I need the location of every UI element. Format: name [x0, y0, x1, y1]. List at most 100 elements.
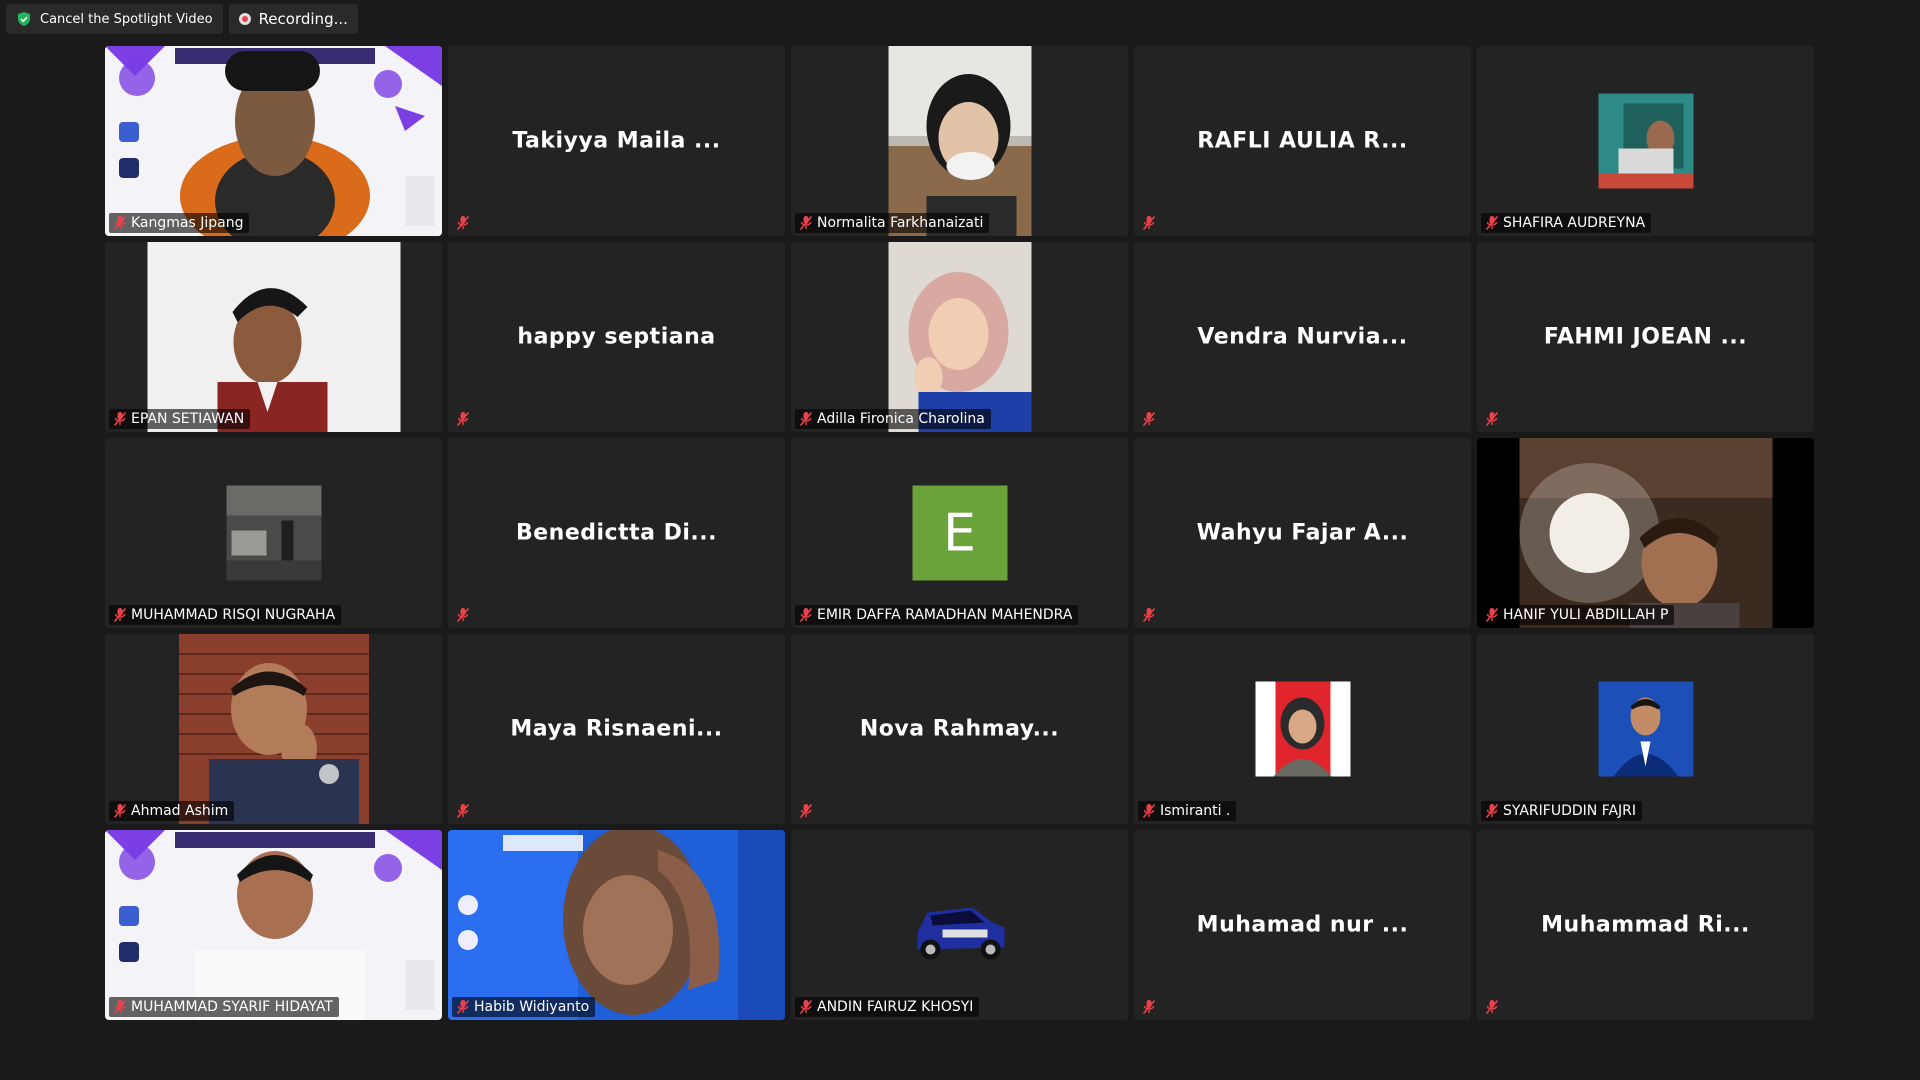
- participant-tile[interactable]: E EMIR DAFFA RAMADHAN MAHENDRA: [791, 438, 1128, 628]
- meeting-top-bar: Cancel the Spotlight Video Recording...: [0, 0, 358, 38]
- participant-name: Adilla Fironica Charolina: [817, 411, 985, 427]
- participant-tile[interactable]: FAHMI JOEAN ...: [1477, 242, 1814, 432]
- participant-name-label: EMIR DAFFA RAMADHAN MAHENDRA: [795, 605, 1079, 625]
- participant-video: [1519, 438, 1772, 628]
- participant-display-name: Benedictta Di...: [515, 520, 717, 546]
- muted-mic-icon: [799, 215, 813, 231]
- participant-name-label: HANIF YULI ABDILLAH P: [1481, 605, 1675, 625]
- participant-video: [147, 242, 400, 432]
- muted-mic-icon: [456, 999, 470, 1015]
- muted-mic-icon: [113, 411, 127, 427]
- recording-icon: [238, 13, 251, 25]
- participant-video: [448, 830, 785, 1020]
- participant-avatar: E: [912, 485, 1007, 581]
- participant-tile[interactable]: Nova Rahmay...: [791, 634, 1128, 824]
- muted-mic-icon: [1485, 607, 1499, 623]
- participant-name-label: Normalita Farkhanaizati: [795, 213, 990, 233]
- participant-name: SHAFIRA AUDREYNA: [1503, 215, 1646, 231]
- participant-display-name: FAHMI JOEAN ...: [1543, 324, 1748, 350]
- muted-mic-icon: [1485, 215, 1499, 231]
- participant-tile[interactable]: Ismiranti .: [1134, 634, 1471, 824]
- participant-display-name: Muhamad nur ...: [1196, 912, 1409, 938]
- participant-tile[interactable]: Maya Risnaeni...: [448, 634, 785, 824]
- participant-name-label: Ismiranti .: [1138, 801, 1237, 821]
- participant-profile-picture: [1255, 681, 1350, 777]
- participant-tile[interactable]: happy septiana: [448, 242, 785, 432]
- participant-display-name: Vendra Nurvia...: [1197, 324, 1408, 350]
- participant-name-label: ANDIN FAIRUZ KHOSYI: [795, 997, 980, 1017]
- participant-name: ANDIN FAIRUZ KHOSYI: [817, 999, 974, 1015]
- participant-name: MUHAMMAD SYARIF HIDAYAT: [131, 999, 333, 1015]
- participant-tile[interactable]: Benedictta Di...: [448, 438, 785, 628]
- muted-mic-icon: [1142, 803, 1156, 819]
- participant-display-name: Maya Risnaeni...: [510, 716, 723, 742]
- participant-display-name: RAFLI AULIA R...: [1197, 128, 1408, 154]
- muted-mic-icon: [1485, 411, 1499, 427]
- muted-mic-icon: [799, 411, 813, 427]
- participant-tile[interactable]: RAFLI AULIA R...: [1134, 46, 1471, 236]
- participant-display-name: Nova Rahmay...: [859, 716, 1060, 742]
- participant-tile[interactable]: Takiyya Maila ...: [448, 46, 785, 236]
- participant-name-label: [452, 409, 476, 429]
- participant-display-name: Wahyu Fajar A...: [1196, 520, 1409, 546]
- participant-tile[interactable]: Muhamad nur ...: [1134, 830, 1471, 1020]
- participant-tile[interactable]: Normalita Farkhanaizati: [791, 46, 1128, 236]
- participant-tile[interactable]: Adilla Fironica Charolina: [791, 242, 1128, 432]
- recording-label: Recording...: [258, 10, 348, 28]
- participant-name-label: [795, 801, 819, 821]
- muted-mic-icon: [456, 607, 470, 623]
- participant-tile[interactable]: Ahmad Ashim: [105, 634, 442, 824]
- participant-tile[interactable]: HANIF YULI ABDILLAH P: [1477, 438, 1814, 628]
- participant-name: Normalita Farkhanaizati: [817, 215, 984, 231]
- participant-tile[interactable]: SHAFIRA AUDREYNA: [1477, 46, 1814, 236]
- participant-profile-picture: [912, 877, 1007, 973]
- participant-tile[interactable]: Habib Widiyanto: [448, 830, 785, 1020]
- participant-name-label: Ahmad Ashim: [109, 801, 235, 821]
- participant-profile-picture: [1598, 681, 1693, 777]
- participant-tile[interactable]: MUHAMMAD SYARIF HIDAYAT: [105, 830, 442, 1020]
- muted-mic-icon: [1142, 999, 1156, 1015]
- participant-name-label: [452, 213, 476, 233]
- muted-mic-icon: [799, 999, 813, 1015]
- participant-name-label: SHAFIRA AUDREYNA: [1481, 213, 1652, 233]
- participant-name: Kangmas Jipang: [131, 215, 244, 231]
- participant-video: [105, 830, 442, 1020]
- muted-mic-icon: [1485, 999, 1499, 1015]
- muted-mic-icon: [1142, 215, 1156, 231]
- participant-name-label: [1138, 605, 1162, 625]
- recording-indicator[interactable]: Recording...: [228, 4, 358, 34]
- participant-name: HANIF YULI ABDILLAH P: [1503, 607, 1669, 623]
- participant-name-label: [1138, 213, 1162, 233]
- participant-tile[interactable]: Muhammad Ri...: [1477, 830, 1814, 1020]
- participant-name-label: [1138, 997, 1162, 1017]
- participant-display-name: Takiyya Maila ...: [512, 128, 721, 154]
- muted-mic-icon: [113, 803, 127, 819]
- participant-name-label: [452, 605, 476, 625]
- participant-name-label: Adilla Fironica Charolina: [795, 409, 991, 429]
- cancel-spotlight-button[interactable]: Cancel the Spotlight Video: [6, 4, 223, 34]
- participant-tile[interactable]: ANDIN FAIRUZ KHOSYI: [791, 830, 1128, 1020]
- participant-name: SYARIFUDDIN FAJRI: [1503, 803, 1637, 819]
- participant-name-label: [1481, 409, 1505, 429]
- muted-mic-icon: [113, 215, 127, 231]
- participant-name: Ahmad Ashim: [131, 803, 229, 819]
- participant-tile[interactable]: SYARIFUDDIN FAJRI: [1477, 634, 1814, 824]
- muted-mic-icon: [456, 215, 470, 231]
- participant-tile[interactable]: Kangmas Jipang: [105, 46, 442, 236]
- muted-mic-icon: [799, 607, 813, 623]
- participant-tile[interactable]: Vendra Nurvia...: [1134, 242, 1471, 432]
- participant-profile-picture: [226, 485, 321, 581]
- muted-mic-icon: [113, 607, 127, 623]
- participant-tile[interactable]: Wahyu Fajar A...: [1134, 438, 1471, 628]
- participant-name: EPAN SETIAWAN: [131, 411, 245, 427]
- participant-tile[interactable]: EPAN SETIAWAN: [105, 242, 442, 432]
- participant-name-label: EPAN SETIAWAN: [109, 409, 251, 429]
- muted-mic-icon: [113, 999, 127, 1015]
- participant-name-label: Habib Widiyanto: [452, 997, 596, 1017]
- participant-name-label: Kangmas Jipang: [109, 213, 250, 233]
- muted-mic-icon: [1142, 607, 1156, 623]
- participant-tile[interactable]: MUHAMMAD RISQI NUGRAHA: [105, 438, 442, 628]
- muted-mic-icon: [456, 411, 470, 427]
- participant-display-name: happy septiana: [517, 324, 716, 350]
- participant-name-label: [1138, 409, 1162, 429]
